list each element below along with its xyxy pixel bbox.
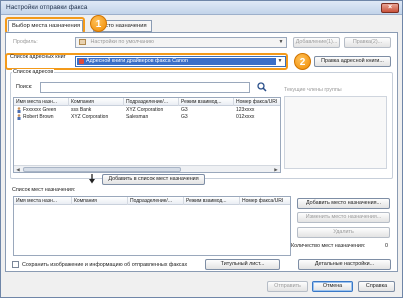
destination-count-value: 0	[385, 243, 388, 249]
scroll-right-icon[interactable]: ▶	[272, 166, 280, 172]
destination-list-label: Список мест назначения:	[12, 187, 76, 193]
col-mode[interactable]: Режим взаимод...	[179, 98, 234, 106]
arrow-down-icon	[89, 174, 95, 184]
destination-count-label: Количество мест назначения:	[291, 243, 366, 249]
cover-sheet-button[interactable]: Титульный лист...	[205, 259, 280, 270]
col-fax[interactable]: Номер факса/URI	[240, 197, 290, 205]
callout-badge-2: 2	[294, 53, 311, 70]
edit-address-book-button[interactable]: Правка адресной книги...	[314, 56, 391, 67]
table-row[interactable]: Fxxxxxx Green sss Bank XYZ Corporation G…	[14, 107, 280, 114]
profile-value: Настройки по умолчанию	[90, 39, 154, 45]
address-book-list-label: Список адресных книг	[10, 54, 66, 60]
col-name[interactable]: Имя места назн...	[14, 98, 69, 106]
scroll-left-icon[interactable]: ◀	[14, 166, 22, 172]
add-destination-button[interactable]: Добавить место назначения...	[297, 198, 390, 209]
save-image-checkbox-label: Сохранить изображение и информацию об от…	[22, 262, 188, 268]
chevron-down-icon: ▼	[278, 39, 284, 45]
address-book-icon	[79, 59, 84, 64]
col-fax[interactable]: Номер факса/URI	[234, 98, 280, 106]
horizontal-scrollbar[interactable]: ◀ ▶	[14, 165, 280, 172]
address-table-header: Имя места назн... Компания Подразделение…	[14, 98, 280, 106]
col-department[interactable]: Подразделение/...	[128, 197, 184, 205]
table-row[interactable]: Robert Brown XYZ Corporation Salesman G3…	[14, 114, 280, 121]
window-title: Настройки отправки факса	[6, 4, 88, 11]
group-members-label: Текущие члены группы	[284, 87, 342, 93]
chevron-down-icon: ▼	[277, 58, 283, 64]
add-profile-button[interactable]: Добавление(1)...	[293, 37, 340, 48]
scrollbar-thumb[interactable]	[23, 167, 181, 172]
delete-destination-button[interactable]: Удалить	[297, 227, 390, 238]
destination-table[interactable]: Имя места назн... Компания Подразделение…	[13, 196, 291, 256]
col-mode[interactable]: Режим взаимод...	[184, 197, 240, 205]
search-label: Поиск:	[16, 84, 33, 90]
address-book-dropdown[interactable]: Адресной книги драйверов факса Canon ▼	[75, 56, 286, 67]
fax-settings-window: Настройки отправки факса × Выбор места н…	[0, 0, 403, 298]
destination-table-header: Имя места назн... Компания Подразделение…	[14, 197, 290, 205]
address-book-value: Адресной книги драйверов факса Canon	[86, 58, 188, 64]
callout-badge-1: 1	[90, 15, 107, 32]
detailed-settings-button[interactable]: Детальные настройки...	[298, 259, 391, 270]
save-image-checkbox[interactable]	[12, 261, 19, 268]
profile-label: Профиль:	[13, 39, 38, 45]
address-table: Имя места назн... Компания Подразделение…	[13, 97, 281, 173]
col-name[interactable]: Имя места назн...	[14, 197, 72, 205]
cancel-button[interactable]: Отмена	[312, 281, 353, 292]
profile-icon	[79, 38, 86, 45]
edit-destination-button[interactable]: Изменить место назначения...	[297, 212, 390, 223]
col-department[interactable]: Подразделение/...	[124, 98, 179, 106]
profile-dropdown[interactable]: Настройки по умолчанию ▼	[75, 37, 287, 48]
title-bar: Настройки отправки факса ×	[1, 1, 402, 15]
add-to-destination-list-button[interactable]: Добавить в список мест назначения	[102, 174, 205, 185]
send-button[interactable]: Отправить	[267, 281, 308, 292]
col-company[interactable]: Компания	[69, 98, 124, 106]
close-button[interactable]: ×	[381, 3, 399, 13]
search-input[interactable]	[40, 82, 250, 93]
edit-profile-button[interactable]: Правка(2)...	[344, 37, 391, 48]
group-members-list[interactable]	[284, 96, 387, 169]
address-list-title: Список адресов	[12, 69, 55, 75]
search-icon[interactable]	[257, 82, 267, 92]
col-company[interactable]: Компания	[72, 197, 128, 205]
help-button[interactable]: Справка	[358, 281, 395, 292]
